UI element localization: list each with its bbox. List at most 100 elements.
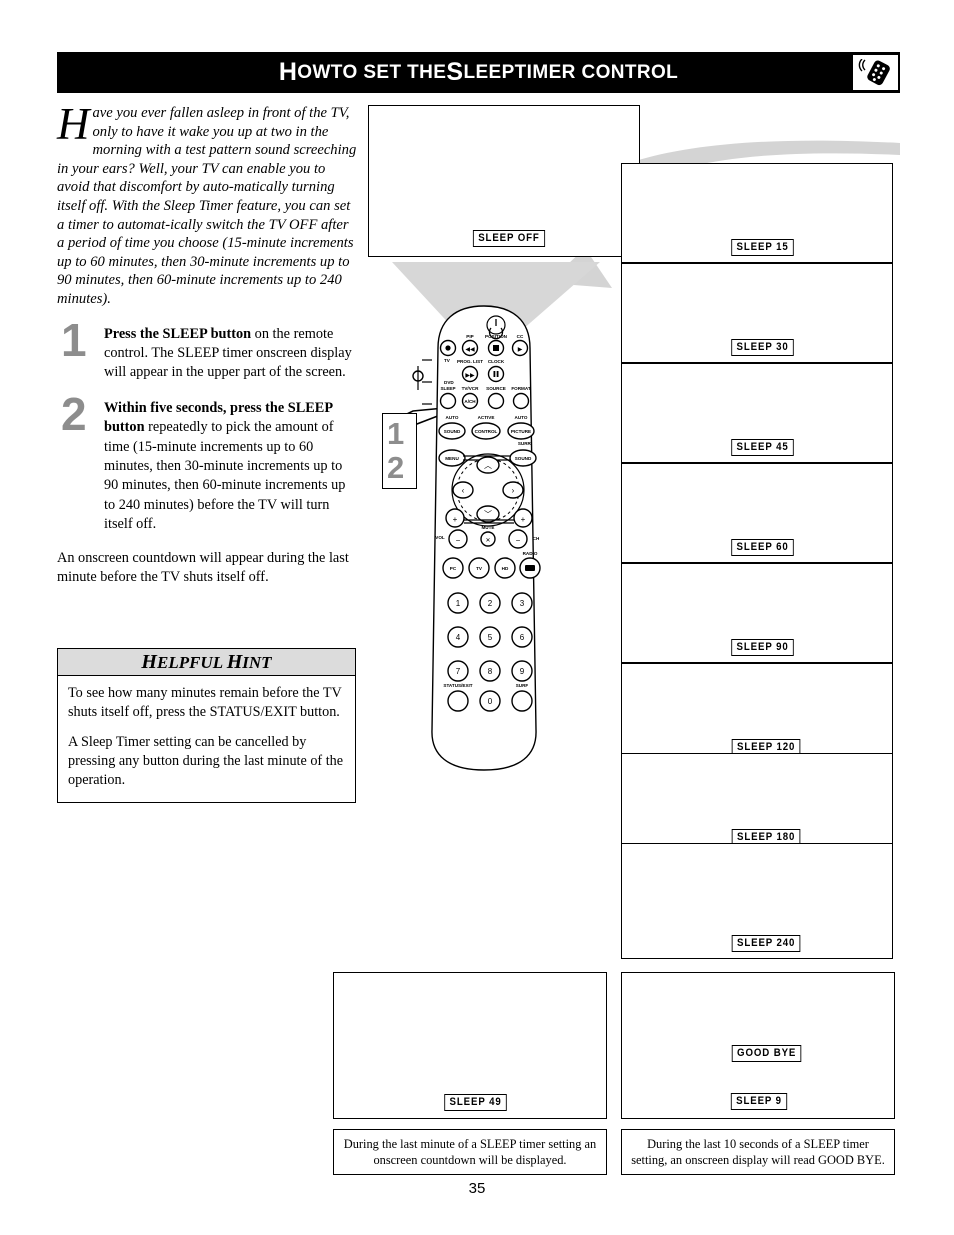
osd-sleep-30: SLEEP 30 [731,339,794,356]
osd-sleep-49: SLEEP 49 [444,1094,507,1111]
svg-text:9: 9 [520,667,525,676]
osd-sleep-240: SLEEP 240 [731,935,801,952]
caption-goodbye: During the last 10 seconds of a SLEEP ti… [621,1129,895,1175]
svg-text:SOURCE: SOURCE [486,386,506,391]
step-2-number: 2 [61,387,87,440]
tv-screen-sleep-180: SLEEP 180 [621,753,893,853]
svg-text:PIP: PIP [466,334,473,339]
intro-text: ave you ever fallen asleep in front of t… [57,105,357,307]
svg-text:+: + [521,515,526,524]
tv-screen-sleep-off: SLEEP OFF [368,105,640,257]
svg-text:›: › [512,486,515,495]
tv-screen-sleep-90: SLEEP 90 [621,563,893,663]
svg-text:SOUND: SOUND [515,456,532,461]
hint-cap-1: H [141,650,157,673]
osd-sleep-off: SLEEP OFF [472,230,546,247]
remote-control-icon [853,55,898,90]
caption-countdown: During the last minute of a SLEEP timer … [333,1129,607,1175]
svg-text:CH: CH [533,536,540,541]
svg-text:CLOCK: CLOCK [488,359,505,364]
osd-sleep-45: SLEEP 45 [731,439,794,456]
remote-control-illustration: .bo{fill:#fff;stroke:#000;stroke-width:1… [412,305,541,771]
intro-paragraph: Have you ever fallen asleep in front of … [57,99,357,309]
drop-cap: H [57,99,90,149]
instructions-column: Have you ever fallen asleep in front of … [57,99,357,587]
svg-text:MENU: MENU [445,456,459,461]
osd-sleep-90: SLEEP 90 [731,639,794,656]
hint-rest-1: ELPFUL [156,652,227,672]
tv-screen-sleep-120: SLEEP 120 [621,663,893,763]
svg-text:SOUND: SOUND [444,429,461,434]
svg-text:▶▶: ▶▶ [465,373,475,379]
osd-good-bye: GOOD BYE [731,1045,802,1062]
svg-text:RADIO: RADIO [523,551,538,556]
svg-text:1: 1 [456,599,461,608]
step-2-text: repeatedly to pick the amount of time (1… [104,419,346,533]
svg-text:FORMAT: FORMAT [511,386,530,391]
svg-text:PICTURE: PICTURE [511,429,531,434]
tv-screen-sleep-60: SLEEP 60 [621,463,893,563]
step-1-bold: Press the SLEEP button [104,325,252,342]
svg-text:HD: HD [502,566,509,571]
svg-text:7: 7 [456,667,461,676]
svg-text:0: 0 [488,697,493,706]
svg-text:6: 6 [520,633,525,642]
tv-screen-sleep-30: SLEEP 30 [621,263,893,363]
helpful-hint-title: HELPFUL HINT [58,649,355,676]
hint-paragraph-2: A Sleep Timer setting can be cancelled b… [68,734,344,788]
svg-text:◀◀: ◀◀ [465,347,475,353]
svg-text:PROG. LIST: PROG. LIST [457,359,483,364]
hint-cap-2: H [226,650,243,673]
svg-text:‹: ‹ [462,486,465,495]
svg-text:ACTIVE: ACTIVE [478,415,495,420]
svg-text:A/CH: A/CH [464,399,476,404]
svg-text:POSITION: POSITION [485,334,508,339]
helpful-hint-box: HELPFUL HINT To see how many minutes rem… [57,648,356,803]
svg-text:▶: ▶ [518,347,523,353]
svg-text:SLEEP: SLEEP [440,386,455,391]
svg-text:AUTO: AUTO [515,415,528,420]
svg-text:﹀: ﹀ [484,510,492,519]
step-1-number: 1 [61,313,87,366]
step-2: 2 Within five seconds, press the SLEEP b… [57,391,357,535]
callout-label-2: 2 [387,450,405,485]
svg-text:AUTO: AUTO [446,415,459,420]
svg-text:VOL: VOL [435,535,445,540]
hint-paragraph-1: To see how many minutes remain before th… [68,685,342,720]
svg-text:DVD: DVD [444,380,454,385]
svg-text:2: 2 [488,599,493,608]
page-number: 35 [468,1180,486,1197]
svg-text:4: 4 [456,633,461,642]
svg-text:PC: PC [450,566,457,571]
svg-text:︿: ︿ [484,461,492,470]
svg-text:TV/VCR: TV/VCR [462,386,480,391]
sleep-button [439,392,457,410]
step-1: 1 Press the SLEEP button on the remote c… [57,317,357,383]
svg-text:SURR.: SURR. [518,441,532,446]
svg-text:3: 3 [520,599,525,608]
osd-sleep-15: SLEEP 15 [731,239,794,256]
svg-text:SURF: SURF [516,683,529,688]
svg-text:CONTROL: CONTROL [475,429,498,434]
svg-text:MUTE: MUTE [481,525,494,530]
svg-text:−: − [516,536,521,545]
hint-rest-2: INT [242,652,272,672]
svg-text:TV: TV [444,358,451,363]
osd-sleep-9: SLEEP 9 [730,1093,788,1110]
tail-paragraph: An onscreen countdown will appear during… [57,549,349,585]
tv-screen-sleep-240: SLEEP 240 [621,843,893,959]
tv-screen-goodbye: GOOD BYE SLEEP 9 [621,972,895,1119]
tv-screen-countdown: SLEEP 49 [333,972,607,1119]
page-title: H OW TO SET THE S LEEPTIMER CONTROL [278,58,679,86]
helpful-hint-body: To see how many minutes remain before th… [58,676,355,802]
callout-label-1: 1 [387,416,405,451]
svg-text:−: − [456,536,461,545]
svg-text:5: 5 [488,633,493,642]
svg-text:✕: ✕ [485,538,490,544]
tv-screen-sleep-45: SLEEP 45 [621,363,893,463]
svg-text:TV: TV [476,566,483,571]
svg-text:+: + [453,515,458,524]
svg-text:8: 8 [488,667,493,676]
svg-text:STATUS/EXIT: STATUS/EXIT [443,683,472,688]
svg-text:CC: CC [517,334,524,339]
